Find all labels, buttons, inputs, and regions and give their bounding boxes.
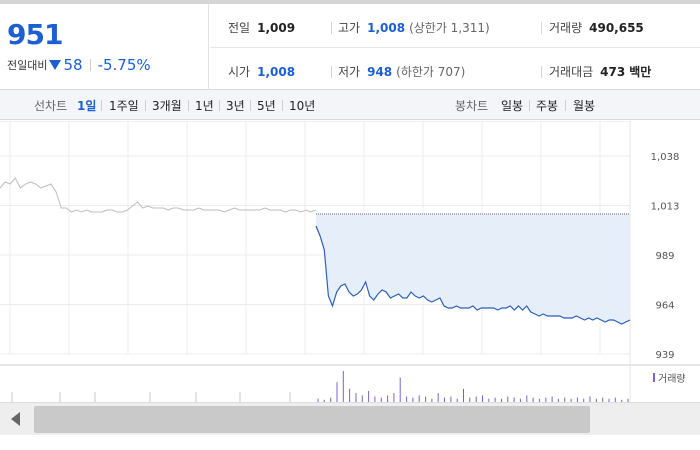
- trade-amount-value: 473: [600, 65, 626, 79]
- y-tick-label: 964: [655, 301, 674, 312]
- today-area-fill: [316, 214, 630, 324]
- low-cell: 저가 948 (하한가 707): [338, 63, 465, 80]
- high-value: 1,008: [367, 21, 406, 35]
- candle-chart-label: 봉차트: [455, 99, 489, 113]
- chart-canvas: 1,038 1,013 989 964 939 거래량: [0, 121, 700, 403]
- intraday-price-chart: 1,038 1,013 989 964 939 거래량: [0, 121, 700, 403]
- line-chart-label: 선차트: [34, 99, 68, 113]
- divider: [529, 100, 530, 111]
- trade-amount-label: 거래대금: [549, 65, 594, 79]
- divider: [250, 100, 251, 111]
- tab-weekly-candle[interactable]: 주봉: [536, 97, 558, 114]
- open-value: 1,008: [257, 65, 296, 79]
- volume-legend-swatch: [653, 373, 655, 382]
- divider: [541, 22, 542, 34]
- divider: [101, 100, 102, 111]
- divider: [565, 100, 566, 111]
- change-label: 전일대비: [7, 59, 48, 72]
- tab-3-month[interactable]: 3개월: [152, 97, 182, 114]
- divider: [282, 100, 283, 111]
- open-cell: 시가 1,008: [228, 63, 295, 80]
- divider: [145, 100, 146, 111]
- change-amount: 58: [63, 56, 83, 74]
- high-cell: 고가 1,008 (상한가 1,311): [338, 19, 490, 36]
- tab-1-day[interactable]: 1일: [77, 97, 96, 114]
- left-arrow-icon: [10, 412, 20, 426]
- down-triangle-icon: [49, 60, 62, 70]
- low-label: 저가: [338, 65, 361, 79]
- tab-1-year[interactable]: 1년: [195, 97, 214, 114]
- prev-close-label: 전일: [228, 21, 251, 35]
- volume-legend-label: 거래량: [658, 373, 686, 385]
- tab-daily-candle[interactable]: 일봉: [501, 97, 523, 114]
- y-tick-label: 1,038: [651, 152, 680, 163]
- tab-3-year[interactable]: 3년: [226, 97, 245, 114]
- chart-period-toolbar: 선차트 1일 1주일 3개월 1년 3년 5년 10년 봉차트 일봉 주봉 월봉: [0, 90, 700, 120]
- divider: [219, 100, 220, 111]
- divider: [541, 66, 542, 78]
- change-percent: -5.75%: [97, 56, 151, 74]
- previous-day-price-line: [0, 177, 317, 213]
- price-summary: 951 전일대비 58 -5.75%: [0, 4, 209, 90]
- divider: [331, 66, 332, 78]
- chart-scrollbar[interactable]: [0, 402, 700, 435]
- lower-limit: (하한가 707): [396, 65, 466, 79]
- current-price: 951: [7, 18, 63, 51]
- scrollbar-thumb[interactable]: [34, 406, 590, 433]
- low-value: 948: [367, 65, 393, 79]
- divider: [89, 59, 91, 71]
- volume-value: 490,655: [589, 21, 644, 35]
- y-tick-label: 939: [655, 350, 674, 361]
- trade-amount-cell: 거래대금 473 백만: [549, 63, 651, 80]
- volume-cell: 거래량 490,655: [549, 19, 644, 36]
- y-tick-label: 989: [655, 251, 674, 262]
- tab-10-year[interactable]: 10년: [289, 97, 315, 114]
- prev-close-value: 1,009: [257, 21, 296, 35]
- upper-limit: (상한가 1,311): [409, 21, 490, 35]
- tab-5-year[interactable]: 5년: [257, 97, 276, 114]
- volume-bars: [11, 371, 629, 402]
- scroll-left-button[interactable]: [0, 403, 30, 435]
- change-row: 전일대비 58 -5.75%: [7, 56, 151, 74]
- divider: [188, 100, 189, 111]
- volume-label: 거래량: [549, 21, 583, 35]
- open-label: 시가: [228, 65, 251, 79]
- tab-1-week[interactable]: 1주일: [109, 97, 139, 114]
- y-axis-ticks: 1,038 1,013 989 964 939: [651, 152, 680, 361]
- tab-monthly-candle[interactable]: 월봉: [573, 97, 595, 114]
- prev-close-cell: 전일 1,009: [228, 19, 295, 36]
- divider: [331, 22, 332, 34]
- row-divider: [210, 47, 700, 48]
- trade-amount-unit: 백만: [629, 65, 652, 79]
- stock-quote-panel: 951 전일대비 58 -5.75% 전일 1,009 고가 1,008 (상한…: [0, 0, 700, 90]
- high-label: 고가: [338, 21, 361, 35]
- y-tick-label: 1,013: [651, 202, 680, 213]
